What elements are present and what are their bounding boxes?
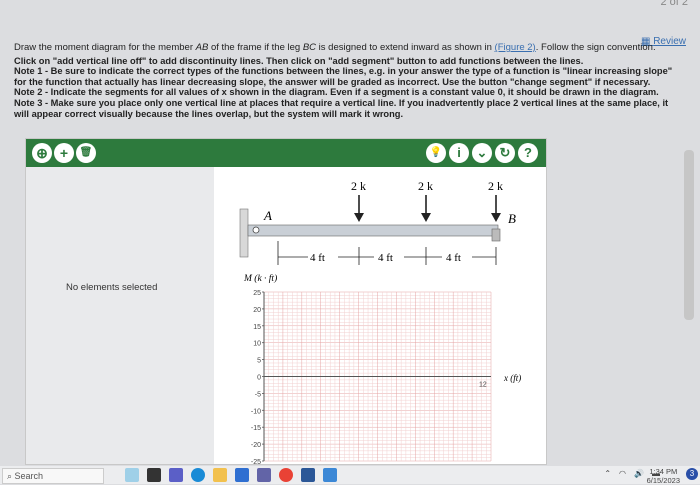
page-indicator: 2 of 2 (660, 0, 688, 8)
wall-support (239, 208, 249, 258)
instruction-3: Note 2 - Indicate the segments for all v… (14, 87, 659, 98)
y-tick-label: -10 (251, 408, 261, 415)
word-icon[interactable] (301, 468, 315, 482)
figure-link[interactable]: (Figure 2) (495, 42, 536, 53)
question-post: is designed to extend inward as shown in (316, 42, 495, 53)
add-segment-button[interactable]: + (54, 143, 74, 163)
volume-icon[interactable]: 🔊 (634, 469, 644, 478)
x-axis-label: x (ft) (503, 373, 521, 383)
dim-label-1: 4 ft (310, 252, 325, 264)
explorer-icon[interactable] (213, 468, 227, 482)
member-label: AB (195, 42, 209, 53)
widgets-icon[interactable] (125, 468, 139, 482)
load-label-1: 2 k (351, 179, 366, 193)
wifi-icon[interactable]: ◠ (619, 469, 626, 478)
dim-label-2: 4 ft (378, 252, 393, 264)
instruction-2: Note 1 - Be sure to indicate the correct… (14, 66, 673, 87)
beam-figure: A B 2 k 2 k 2 k 4 ft 4 ft 4 ft (239, 179, 516, 265)
load-arrow-3-icon (491, 195, 501, 222)
edge-icon[interactable] (191, 468, 205, 482)
search-label: Search (14, 471, 44, 481)
task-view-icon[interactable] (147, 468, 161, 482)
canvas-svg: A B 2 k 2 k 2 k 4 ft 4 ft 4 ft M (k · ft… (239, 179, 521, 466)
load-label-2: 2 k (418, 179, 433, 193)
y-tick-label: 15 (253, 324, 261, 331)
point-a-label: A (263, 208, 272, 223)
instruction-1: Click on "add vertical line off" to add … (14, 55, 584, 66)
problem-statement: Draw the moment diagram for the member A… (14, 42, 674, 119)
point-b-label: B (508, 211, 516, 226)
beam-member (247, 224, 499, 237)
y-tick-label: 0 (257, 375, 261, 382)
load-arrow-2-icon (421, 195, 431, 222)
info-icon[interactable]: i (449, 143, 469, 163)
y-tick-label: -20 (251, 442, 261, 449)
question-mid: of the frame if the leg (208, 42, 303, 53)
clock[interactable]: 1:34 PM 6/15/2023 (647, 467, 680, 485)
chevron-down-icon[interactable]: ⌄ (472, 143, 492, 163)
drawing-canvas[interactable]: A B 2 k 2 k 2 k 4 ft 4 ft 4 ft M (k · ft… (214, 167, 546, 466)
pin-support-icon (252, 226, 260, 234)
y-tick-label: 25 (253, 290, 261, 297)
reset-icon[interactable]: ↻ (495, 143, 515, 163)
other-app-icon[interactable] (323, 468, 337, 482)
chrome-icon[interactable] (279, 468, 293, 482)
clock-time: 1:34 PM (649, 467, 678, 476)
add-vertical-line-button[interactable]: ⊕ (32, 143, 52, 163)
moment-plot[interactable]: 25 20 15 10 5 0 -5 -10 -15 -20 -25 12 (251, 290, 492, 466)
toolbar: ⊕ + 🗑 💡 i ⌄ ↻ ? (26, 139, 546, 167)
notification-badge[interactable]: 3 (686, 468, 698, 480)
load-label-3: 2 k (488, 179, 503, 193)
y-axis-label: M (k · ft) (243, 273, 277, 284)
teams-icon[interactable] (257, 468, 271, 482)
question-pre: Draw the moment diagram for the member (14, 42, 196, 53)
page-scrollbar[interactable] (684, 150, 694, 320)
question-text: Draw the moment diagram for the member A… (14, 42, 674, 54)
selection-status: No elements selected (66, 282, 158, 293)
chevron-up-icon[interactable]: ⌃ (604, 469, 611, 478)
y-tick-label: 10 (253, 341, 261, 348)
chat-icon[interactable] (169, 468, 183, 482)
y-tick-label: -15 (251, 425, 261, 432)
properties-sidebar: No elements selected (26, 167, 214, 464)
drawing-tool-panel: ⊕ + 🗑 💡 i ⌄ ↻ ? No elements selected A B… (25, 138, 547, 466)
leg-label: BC (302, 42, 317, 53)
y-tick-label: -5 (255, 391, 261, 398)
load-arrow-1-icon (354, 195, 364, 222)
search-icon: ⌕ (7, 471, 15, 481)
taskbar: ⌕ Search ⌃ ◠ 🔊 ▬ 1:34 PM 6/15/2023 3 (0, 466, 700, 485)
delete-icon[interactable]: 🗑 (76, 143, 96, 163)
taskbar-search[interactable]: ⌕ Search (2, 468, 104, 484)
question-end: . Follow the sign convention. (535, 42, 656, 53)
leg-stub (491, 228, 501, 242)
y-tick-label: 20 (253, 307, 261, 314)
hint-icon[interactable]: 💡 (426, 143, 446, 163)
taskbar-apps (125, 468, 337, 482)
store-icon[interactable] (235, 468, 249, 482)
dim-label-3: 4 ft (446, 252, 461, 264)
x-end-label: 12 (479, 382, 487, 389)
help-icon[interactable]: ? (518, 143, 538, 163)
y-tick-label: 5 (257, 358, 261, 365)
y-tick-label: -25 (251, 459, 261, 464)
instruction-4: Note 3 - Make sure you place only one ve… (14, 97, 669, 119)
